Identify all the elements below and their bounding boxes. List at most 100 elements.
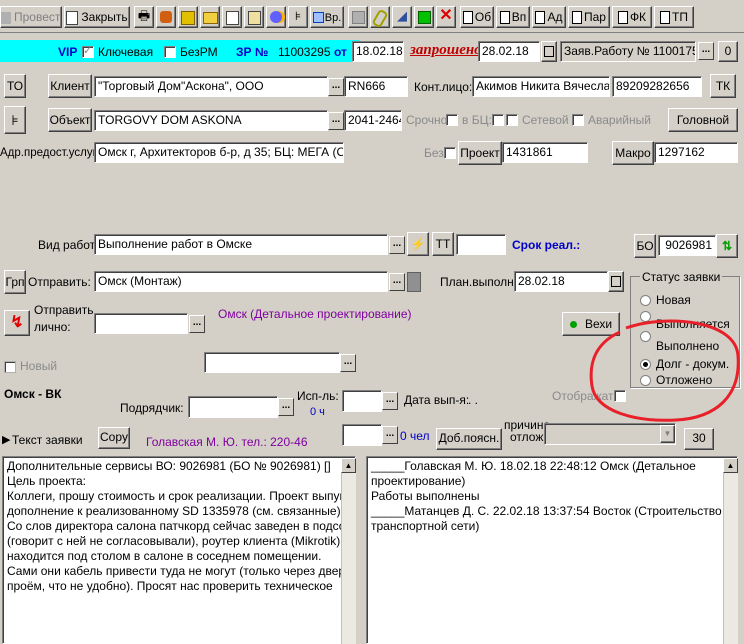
project-number-field[interactable]: 1431861 — [502, 142, 588, 163]
new-field[interactable] — [204, 352, 340, 373]
ad-button[interactable]: Ад — [532, 6, 566, 28]
new-dots-button[interactable]: ... — [340, 354, 356, 372]
left-scrollbar[interactable]: ▲ — [341, 458, 356, 644]
scroll-up-button[interactable]: ▲ — [723, 458, 738, 473]
status-date-field[interactable]: 28.02.18 — [478, 41, 540, 62]
print-button[interactable]: 🖶 — [134, 6, 154, 28]
work-type-dots-button[interactable]: ... — [389, 236, 405, 254]
people-dots-button[interactable]: ... — [382, 426, 398, 444]
new-checkbox[interactable] — [4, 361, 16, 373]
object-dots-button[interactable]: ... — [328, 112, 344, 130]
scroll-up-button[interactable]: ▲ — [341, 458, 356, 473]
work-request-dots-button[interactable]: ... — [698, 42, 714, 60]
tk-button[interactable]: ТК — [710, 74, 736, 98]
date-field[interactable]: 18.02.18 — [352, 41, 404, 62]
refresh-button[interactable] — [414, 6, 434, 28]
export-button[interactable] — [156, 6, 176, 28]
phone-field[interactable]: 89209282656 — [612, 76, 702, 97]
deadline-label: Срок реал.: — [512, 238, 581, 252]
fk-button[interactable]: ФК — [612, 6, 652, 28]
calendar-picker-button[interactable] — [541, 41, 557, 62]
grid-button[interactable] — [348, 6, 368, 28]
delete-button[interactable]: ✕ — [436, 6, 456, 28]
client-name-field[interactable]: "Торговый Дом"Аскона", ООО — [94, 76, 328, 97]
folder-button[interactable] — [200, 6, 220, 28]
attach-button[interactable] — [370, 6, 390, 28]
in-bc-checkbox-2[interactable] — [506, 114, 518, 126]
bezrm-label: БезРМ — [180, 45, 218, 59]
client-code-field[interactable]: RN666 — [344, 76, 408, 97]
status-radio-new[interactable] — [640, 295, 651, 306]
zr-label: ЗР № — [236, 45, 269, 59]
history-text-area[interactable]: _____Голавская М. Ю. 18.02.18 22:48:12 О… — [366, 456, 738, 644]
users-icon — [270, 11, 282, 23]
object-code-field[interactable]: 2041-2464 — [344, 110, 402, 131]
contractor-field[interactable] — [188, 396, 278, 418]
people-label: 0 чел — [400, 429, 430, 443]
contact-name-field[interactable]: Акимов Никита Вячеславі — [472, 76, 610, 97]
personal-field[interactable] — [94, 313, 188, 334]
head-button[interactable]: Головной — [668, 108, 738, 132]
bez-label: Без — [424, 146, 444, 160]
address-field[interactable]: Омск г, Архитекторов б-р, д 35; БЦ: МЕГА… — [94, 142, 344, 163]
client-button[interactable]: Клиент — [48, 74, 92, 98]
right-scrollbar[interactable]: ▲ — [723, 458, 738, 644]
close-button[interactable]: Закрыть — [64, 6, 130, 28]
urgent-checkbox[interactable] — [446, 114, 458, 126]
send-dots-button[interactable]: ... — [389, 273, 405, 291]
document-icon — [1, 11, 11, 24]
macro-button[interactable]: Макро — [612, 141, 654, 165]
key-checkbox[interactable] — [82, 44, 94, 58]
tt-button[interactable]: ТТ — [432, 232, 454, 256]
personal-dots-button[interactable]: ... — [189, 315, 205, 333]
send-field[interactable]: Омск (Монтаж) — [94, 271, 388, 292]
vr-button[interactable]: Вр. — [310, 6, 344, 28]
network-checkbox[interactable] — [572, 114, 584, 126]
arrow-button[interactable]: ◢ — [392, 6, 412, 28]
personal-send-button[interactable]: ↯ — [4, 310, 30, 336]
people-field[interactable] — [342, 424, 382, 446]
vn-button[interactable]: Вп — [496, 6, 530, 28]
reason-select[interactable] — [544, 423, 676, 445]
tp-button[interactable]: ТП — [654, 6, 694, 28]
ob-button[interactable]: Об — [460, 6, 494, 28]
to-button[interactable]: ТО — [4, 74, 26, 98]
bo-arrow-button[interactable]: ⇅ — [716, 234, 738, 258]
thirty-button[interactable]: 30 — [684, 428, 714, 450]
magic-button[interactable]: ⚡ — [407, 232, 429, 256]
project-button[interactable]: Проект — [458, 141, 502, 165]
bo-button[interactable]: БО — [634, 234, 656, 258]
users-button[interactable] — [266, 6, 286, 28]
bo-number-field[interactable]: 9026981 — [658, 235, 716, 256]
in-bc-checkbox-1[interactable] — [492, 114, 504, 126]
copy-doc-button[interactable] — [222, 6, 242, 28]
conduct-button[interactable]: Провести — [0, 6, 62, 28]
object-button[interactable]: Объект — [48, 108, 92, 132]
request-text-area[interactable]: Дополнительные сервисы ВО: 9026981 (БО №… — [2, 456, 356, 644]
reason-dropdown-button[interactable]: ▼ — [660, 425, 675, 443]
work-type-field[interactable]: Выполнение работ в Омске — [94, 234, 388, 255]
copy-button[interactable]: Copy — [98, 427, 130, 449]
zero-button[interactable]: 0 — [718, 41, 738, 62]
bezrm-checkbox[interactable] — [164, 46, 176, 58]
send-color-swatch — [407, 272, 421, 292]
calendar-button[interactable] — [178, 6, 198, 28]
tt-field[interactable] — [456, 234, 506, 255]
object-name-field[interactable]: TORGOVY DOM ASKONA — [94, 110, 328, 131]
client-dots-button[interactable]: ... — [328, 78, 344, 96]
macro-number-field[interactable]: 1297162 — [654, 142, 738, 163]
bez-checkbox[interactable] — [444, 147, 456, 159]
contractor-dots-button[interactable]: ... — [278, 398, 294, 416]
tree-structure-button[interactable]: ⊧ — [4, 106, 26, 134]
expand-arrow-icon[interactable]: ▶ — [2, 432, 10, 448]
dept-text: Омск (Детальное проектирование) — [218, 307, 412, 321]
paste-button[interactable] — [244, 6, 264, 28]
plan-calendar-button[interactable] — [608, 271, 624, 292]
add-explanation-button[interactable]: Доб.поясн. — [436, 428, 502, 450]
grp-button[interactable]: Грп — [4, 270, 26, 294]
plan-date-field[interactable]: 28.02.18 — [514, 271, 608, 292]
tree-button[interactable]: ⊧ — [288, 6, 308, 28]
executor-field[interactable] — [342, 390, 382, 412]
executor-dots-button[interactable]: ... — [382, 392, 398, 410]
par-button[interactable]: Пар — [568, 6, 610, 28]
